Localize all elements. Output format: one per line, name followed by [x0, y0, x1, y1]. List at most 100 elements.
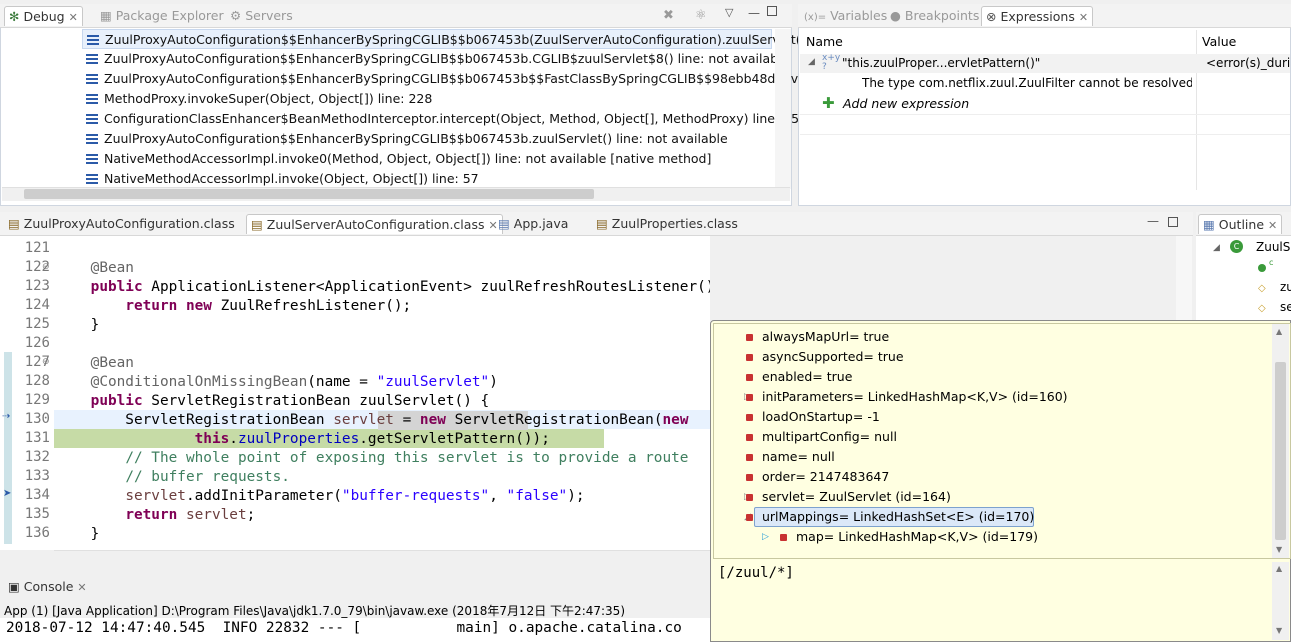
- maximize-icon[interactable]: [767, 6, 777, 16]
- bug-icon: ✻: [9, 9, 20, 24]
- debug-vscroll[interactable]: [775, 29, 791, 189]
- expand-triangle-icon[interactable]: ◢: [1213, 243, 1220, 253]
- line-number: 124: [24, 297, 50, 313]
- constructor-icon: [1258, 264, 1266, 272]
- package-icon: ▦: [100, 8, 112, 23]
- line-number: 127: [24, 354, 50, 370]
- code-editor[interactable]: ⇢ ➤ ⊖ ⊖ 121 122 123 124 125 126 127 128 …: [0, 236, 710, 550]
- line-number: 128: [24, 373, 50, 389]
- expression-value[interactable]: <error(s)_durin: [1206, 56, 1291, 70]
- line-number: 121: [24, 240, 50, 256]
- variable-row[interactable]: servlet= ZuulServlet (id=164): [746, 487, 951, 507]
- code-line: public ServletRegistrationBean zuulServl…: [90, 393, 490, 409]
- inspect-vscroll-thumb[interactable]: [1275, 362, 1286, 540]
- console-tabbar: [0, 575, 712, 599]
- outline-item[interactable]: se: [1280, 300, 1291, 314]
- close-icon[interactable]: ✕: [1079, 11, 1088, 24]
- tab-app-java[interactable]: ▤ App.java: [494, 214, 572, 234]
- variable-row[interactable]: order= 2147483647: [745, 467, 889, 487]
- expand-triangle-icon[interactable]: ▷: [762, 532, 769, 542]
- constructor-mark: c: [1269, 258, 1274, 267]
- minimize-icon[interactable]: —: [1147, 214, 1159, 228]
- line-number: 129: [24, 392, 50, 408]
- console-icon: ▣: [8, 579, 20, 594]
- debug-hscroll-thumb[interactable]: [24, 189, 594, 199]
- editor-overview-ruler: [1176, 236, 1192, 326]
- editor-hscroll[interactable]: [54, 550, 710, 564]
- tab-zuul-server-auto-configuration[interactable]: ▤ ZuulServerAutoConfiguration.class ✕: [246, 214, 503, 234]
- stack-frame[interactable]: MethodProxy.invokeSuper(Object, Object[]…: [82, 89, 432, 109]
- variables-icon: (x)=: [804, 12, 827, 23]
- expression-error[interactable]: The type com.netflix.zuul.ZuulFilter can…: [862, 76, 1192, 90]
- minimize-icon[interactable]: —: [748, 6, 760, 20]
- close-icon[interactable]: ✕: [1268, 219, 1277, 232]
- line-number: 122: [24, 259, 50, 275]
- add-new-expression[interactable]: Add new expression: [843, 96, 969, 111]
- stack-frame[interactable]: ZuulProxyAutoConfiguration$$EnhancerBySp…: [82, 49, 789, 69]
- variable-row[interactable]: loadOnStartup= -1: [746, 407, 880, 427]
- code-line: public ApplicationListener<ApplicationEv…: [90, 279, 710, 295]
- stack-frame[interactable]: NativeMethodAccessorImpl.invoke(Object, …: [82, 169, 479, 187]
- scroll-up-icon[interactable]: ▲: [1276, 564, 1282, 573]
- variable-row-selected[interactable]: urlMappings= LinkedHashSet<E> (id=170): [745, 507, 1034, 527]
- line-number: 133: [24, 468, 50, 484]
- tab-outline[interactable]: ▦ Outline ✕: [1198, 214, 1283, 234]
- code-line: @Bean: [90, 260, 134, 276]
- line-number: 134: [24, 487, 50, 503]
- scroll-down-icon[interactable]: ▼: [1276, 626, 1282, 635]
- add-icon[interactable]: ✚: [822, 94, 835, 112]
- class-file-icon: ▤: [8, 216, 20, 231]
- variable-row[interactable]: initParameters= LinkedHashMap<K,V> (id=1…: [746, 387, 1068, 407]
- code-line: @Bean: [90, 355, 134, 371]
- stack-frame[interactable]: ZuulProxyAutoConfiguration$$EnhancerBySp…: [82, 129, 728, 149]
- stack-frame[interactable]: ZuulProxyAutoConfiguration$$EnhancerBySp…: [82, 69, 837, 89]
- outline-item[interactable]: ZuulSe: [1256, 240, 1291, 254]
- expression-name[interactable]: "this.zuulProper...ervletPattern()": [842, 56, 1040, 70]
- line-number: 126: [24, 335, 50, 351]
- scroll-up-icon[interactable]: ▲: [1276, 327, 1282, 336]
- variable-row[interactable]: multipartConfig= null: [746, 427, 897, 447]
- tab-variables[interactable]: (x)= Variables: [800, 6, 891, 26]
- code-line: @ConditionalOnMissingBean(name = "zuulSe…: [90, 374, 498, 390]
- class-icon: C: [1230, 240, 1243, 253]
- variable-row[interactable]: enabled= true: [745, 367, 852, 387]
- code-line: servlet.addInitParameter("buffer-request…: [125, 488, 585, 504]
- scroll-down-icon[interactable]: ▼: [1276, 545, 1282, 554]
- console-log-line: 2018-07-12 14:47:40.545 INFO 22832 --- […: [6, 620, 682, 636]
- close-icon[interactable]: ✕: [69, 11, 78, 24]
- close-icon[interactable]: ✕: [77, 581, 86, 594]
- tab-zuul-proxy-auto-configuration[interactable]: ▤ ZuulProxyAutoConfiguration.class: [4, 214, 239, 234]
- stack-frame[interactable]: ZuulProxyAutoConfiguration$$EnhancerBySp…: [82, 29, 848, 49]
- stack-frame[interactable]: ConfigurationClassEnhancer$BeanMethodInt…: [82, 109, 807, 129]
- class-file-icon: ▤: [596, 216, 608, 231]
- servers-icon: ⚙: [230, 8, 242, 23]
- variable-row[interactable]: name= null: [746, 447, 835, 467]
- inspect-detail[interactable]: [/zuul/*]: [718, 565, 794, 581]
- expand-triangle-icon[interactable]: ◢: [808, 57, 815, 67]
- variable-row[interactable]: alwaysMapUrl= true: [745, 327, 889, 347]
- expression-icon: x+y?: [822, 53, 841, 72]
- column-header-name[interactable]: Name: [806, 34, 843, 49]
- outline-item[interactable]: zu: [1280, 280, 1291, 294]
- variable-row[interactable]: asyncSupported= true: [746, 347, 904, 367]
- tab-breakpoints[interactable]: ● Breakpoints: [886, 6, 983, 26]
- tab-package-explorer[interactable]: ▦ Package Explorer: [96, 6, 228, 26]
- breakpoint-icon: ●: [890, 8, 901, 23]
- variable-row[interactable]: map= LinkedHashMap<K,V> (id=179): [779, 527, 1038, 547]
- line-number: 125: [24, 316, 50, 332]
- stack-frame[interactable]: NativeMethodAccessorImpl.invoke0(Method,…: [82, 149, 711, 169]
- tab-zuul-properties[interactable]: ▤ ZuulProperties.class: [592, 214, 742, 234]
- line-number: 123: [24, 278, 50, 294]
- tab-servers[interactable]: ⚙ Servers: [226, 6, 297, 26]
- chevron-down-icon[interactable]: ▽: [725, 6, 733, 19]
- column-header-value[interactable]: Value: [1202, 34, 1236, 49]
- remove-terminated-icon[interactable]: ✖: [663, 8, 674, 23]
- code-line: ServletRegistrationBean servlet = new Se…: [56, 412, 689, 428]
- tab-console[interactable]: ▣ Console ✕: [4, 577, 91, 597]
- view-menu-icon[interactable]: ⚛: [695, 8, 707, 23]
- tab-expressions[interactable]: ⊗ Expressions ✕: [981, 6, 1094, 26]
- row-line: [800, 134, 1290, 135]
- maximize-icon[interactable]: [1168, 217, 1178, 227]
- class-file-icon: ▤: [251, 217, 263, 232]
- tab-debug[interactable]: ✻ Debug ✕: [4, 6, 83, 26]
